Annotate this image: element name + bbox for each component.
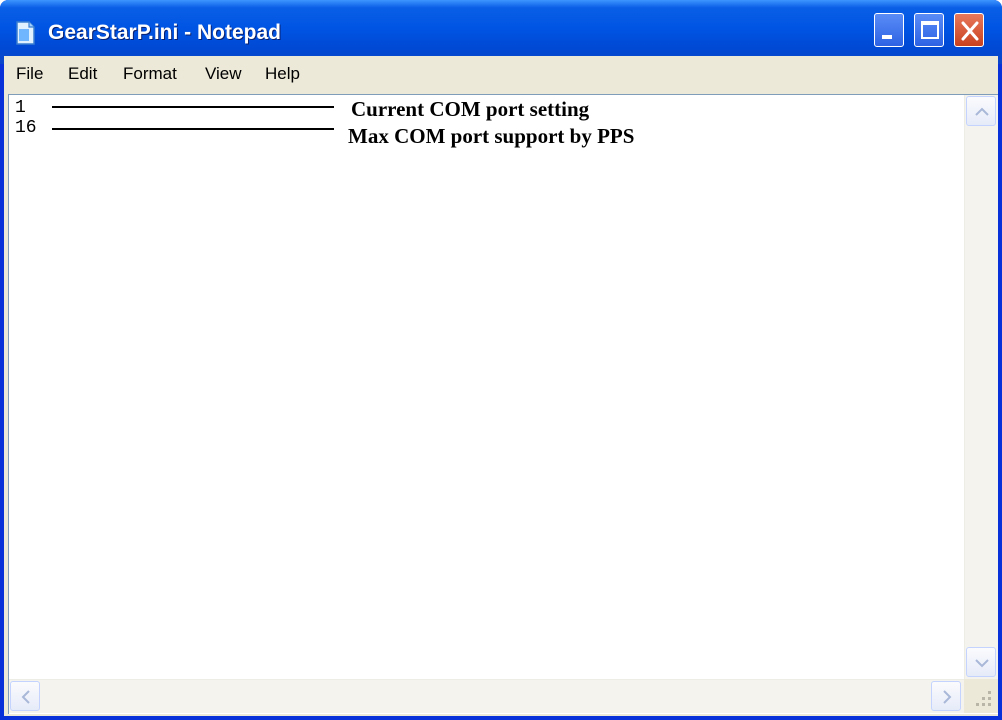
scroll-down-button[interactable]: [966, 647, 996, 677]
minimize-button[interactable]: [874, 13, 904, 47]
annotation-current-com: Current COM port setting: [351, 97, 590, 121]
document-line-1: 1: [15, 98, 26, 118]
window-title: GearStarP.ini - Notepad: [48, 21, 282, 44]
document-line-2: 16: [15, 118, 37, 138]
menu-view[interactable]: View: [205, 63, 242, 85]
annotation-leader-line-2: [52, 128, 334, 130]
menu-format[interactable]: Format: [123, 63, 177, 85]
annotation-max-com: Max COM port support by PPS: [348, 124, 635, 148]
close-button[interactable]: [954, 13, 984, 47]
scroll-left-button[interactable]: [10, 681, 40, 711]
resize-grip[interactable]: [964, 679, 998, 713]
annotation-leader-line-1: [52, 106, 334, 108]
scroll-up-button[interactable]: [966, 96, 996, 126]
title-bar[interactable]: GearStarP.ini - Notepad: [0, 0, 1002, 64]
horizontal-scrollbar[interactable]: [9, 679, 964, 713]
notepad-window: GearStarP.ini - Notepad File Edit Format…: [0, 0, 1002, 720]
close-icon: [961, 21, 979, 41]
menu-file[interactable]: File: [16, 63, 43, 85]
chevron-up-icon: [975, 107, 989, 116]
scroll-right-button[interactable]: [931, 681, 961, 711]
menu-help[interactable]: Help: [265, 63, 300, 85]
vertical-scrollbar[interactable]: [964, 95, 998, 679]
menu-bar: File Edit Format View Help: [4, 56, 998, 92]
minimize-icon: [882, 35, 892, 39]
maximize-icon: [921, 21, 939, 39]
resize-grip-icon: [976, 691, 991, 706]
maximize-button[interactable]: [914, 13, 944, 47]
chevron-right-icon: [943, 690, 952, 704]
notepad-icon: [16, 21, 35, 45]
menu-edit[interactable]: Edit: [68, 63, 97, 85]
window-client-area: File Edit Format View Help 1 16 Current …: [4, 56, 998, 716]
text-editor[interactable]: 1 16 Current COM port setting Max COM po…: [8, 94, 998, 714]
chevron-down-icon: [975, 659, 989, 668]
chevron-left-icon: [21, 690, 30, 704]
